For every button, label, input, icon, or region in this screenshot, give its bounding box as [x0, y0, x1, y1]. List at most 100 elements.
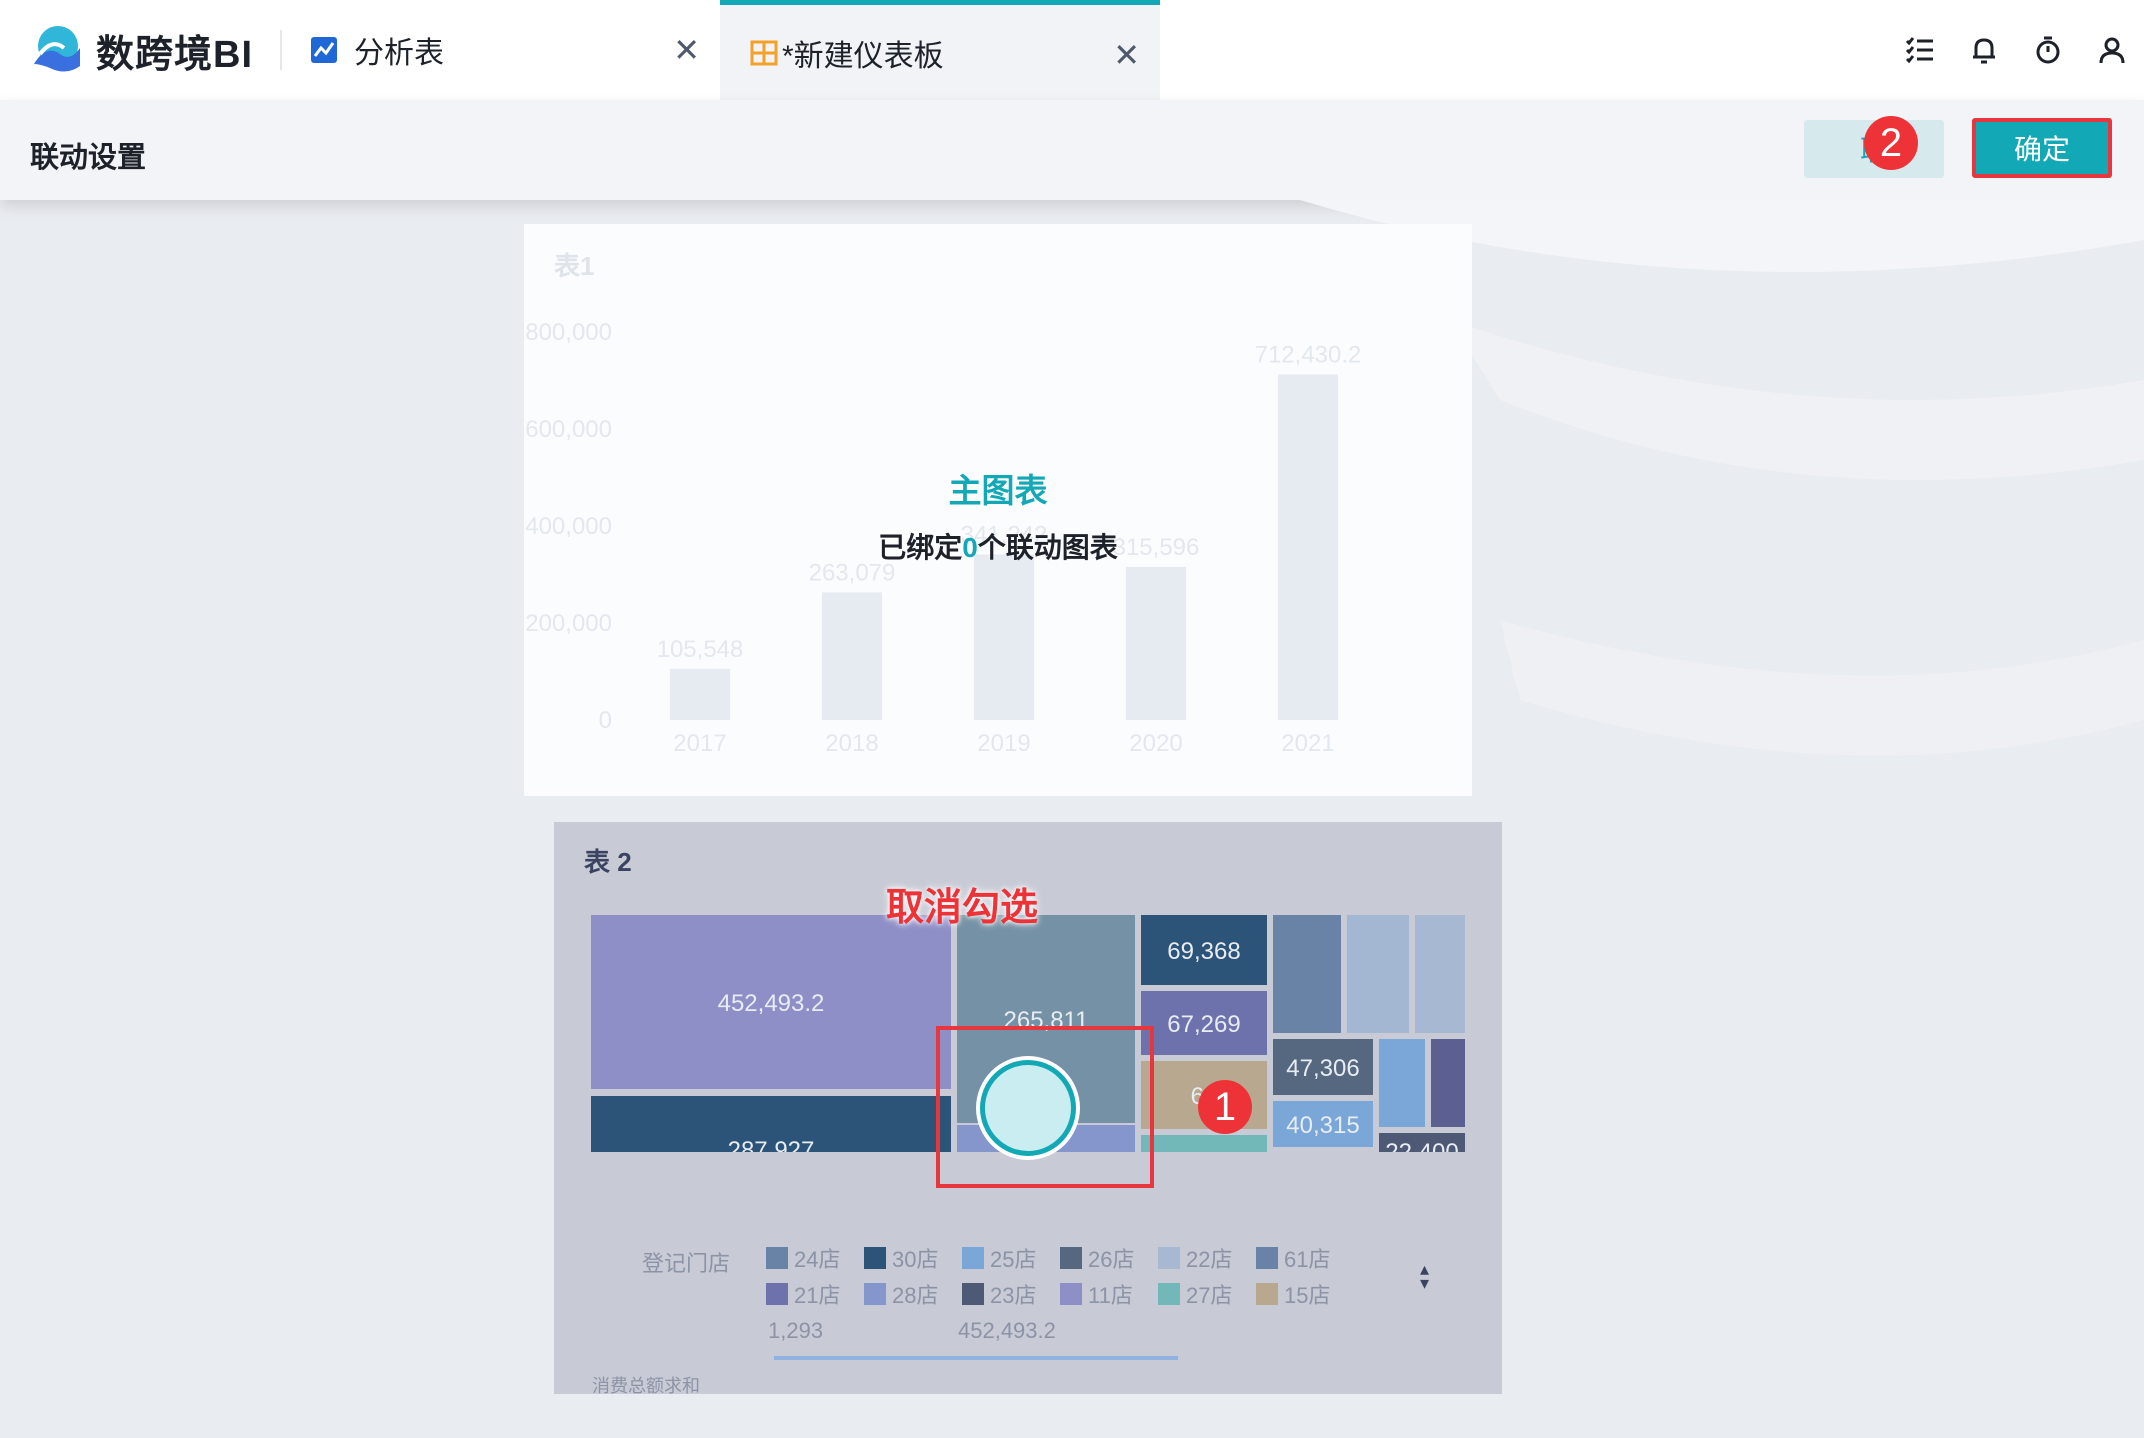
- range-max: 452,493.2: [958, 1318, 1056, 1343]
- dashboard-icon: [750, 40, 778, 65]
- legend-swatch: [1060, 1247, 1082, 1269]
- legend-title: 登记门店: [642, 1251, 731, 1276]
- legend-item[interactable]: 26店: [1060, 1242, 1134, 1274]
- range-min: 1,293: [768, 1318, 824, 1343]
- legend-item[interactable]: 11店: [1060, 1278, 1133, 1310]
- x-tick-label: 2017: [673, 730, 726, 757]
- legend-swatch: [864, 1283, 886, 1305]
- legend-swatch: [1158, 1283, 1180, 1305]
- legend-item[interactable]: 28店: [864, 1278, 938, 1310]
- app-name: 数跨境BI: [96, 33, 254, 76]
- treemap-cell: [1271, 913, 1343, 1035]
- y-tick-label: 600,000: [525, 416, 612, 443]
- legend-label: 30店: [892, 1247, 939, 1272]
- main-chart-card[interactable]: 表1 0 200,000 400,000 600,000 800,000 105,548 2…: [524, 224, 1472, 796]
- tab-new-dashboard[interactable]: *新建仪表板 ✕: [720, 0, 1160, 100]
- legend-label: 27店: [1186, 1283, 1233, 1308]
- treemap-cell-label: 287,927: [728, 1137, 815, 1152]
- legend-item[interactable]: 24店: [766, 1242, 840, 1274]
- bar: [1126, 566, 1186, 720]
- legend-item[interactable]: 21店: [766, 1278, 840, 1310]
- legend-label: 23店: [990, 1283, 1037, 1308]
- divider: [280, 30, 282, 70]
- step-badge-1: 1: [1198, 1080, 1252, 1134]
- legend-label: 11店: [1088, 1283, 1133, 1308]
- tab-label: *新建仪表板: [782, 39, 944, 73]
- bar-value-label: 105,548: [657, 636, 744, 663]
- treemap-cell-label: 47,306: [1286, 1055, 1359, 1082]
- close-icon[interactable]: ✕: [1113, 39, 1140, 71]
- legend-item[interactable]: 27店: [1158, 1278, 1232, 1310]
- click-cursor: [980, 1060, 1076, 1156]
- top-bar: 数跨境BI 分析表 ✕ *新建仪表板 ✕: [0, 0, 2144, 100]
- legend-item[interactable]: 30店: [864, 1242, 938, 1274]
- legend-swatch: [864, 1247, 886, 1269]
- treemap-cell-label: 22,400: [1385, 1139, 1458, 1152]
- bottom-label: 消费总额求和: [592, 1376, 700, 1394]
- timer-icon[interactable]: [2016, 26, 2080, 74]
- treemap-cell-label: 69,368: [1167, 938, 1240, 965]
- annotation-text: 取消勾选: [886, 887, 1039, 929]
- treemap-cell: [1413, 913, 1467, 1035]
- treemap-cell: [1139, 1133, 1269, 1152]
- legend-label: 21店: [794, 1283, 841, 1308]
- x-tick-label: 2019: [977, 730, 1030, 757]
- treemap-cell: [1377, 1037, 1427, 1129]
- legend-item[interactable]: 23店: [962, 1278, 1036, 1310]
- legend-swatch: [1158, 1247, 1180, 1269]
- legend-item[interactable]: 25店: [962, 1242, 1036, 1274]
- legend-swatch: [962, 1283, 984, 1305]
- y-tick-label: 200,000: [525, 610, 612, 637]
- user-icon[interactable]: [2080, 26, 2144, 74]
- legend-swatch: [766, 1283, 788, 1305]
- legend-swatch: [1256, 1247, 1278, 1269]
- main-chart-label: 主图表: [948, 472, 1048, 509]
- app-logo[interactable]: 数跨境BI: [30, 22, 253, 78]
- treemap-cell-label: 452,493.2: [718, 990, 825, 1017]
- bar: [822, 592, 882, 720]
- close-icon[interactable]: ✕: [673, 34, 700, 66]
- task-list-icon[interactable]: [1888, 26, 1952, 74]
- settings-header: 联动设置 取 确定: [0, 100, 2144, 200]
- treemap-cell: [1429, 1037, 1467, 1129]
- legend-item[interactable]: 15店: [1256, 1278, 1330, 1310]
- tab-label: 分析表: [354, 37, 444, 70]
- y-tick-label: 0: [599, 707, 612, 734]
- legend-label: 15店: [1284, 1283, 1331, 1308]
- chart-line-icon: [311, 37, 337, 63]
- y-tick-label: 800,000: [525, 319, 612, 346]
- step-badge-2: 2: [1864, 116, 1918, 170]
- legend-item[interactable]: 61店: [1256, 1242, 1330, 1274]
- legend-swatch: [766, 1247, 788, 1269]
- confirm-button[interactable]: 确定: [1972, 118, 2112, 178]
- bell-icon[interactable]: [1952, 26, 2016, 74]
- legend-label: 61店: [1284, 1247, 1331, 1272]
- legend-label: 22店: [1186, 1247, 1233, 1272]
- legend-swatch: [1060, 1283, 1082, 1305]
- x-tick-label: 2018: [825, 730, 878, 757]
- x-tick-label: 2021: [1281, 730, 1334, 757]
- legend-swatch: [962, 1247, 984, 1269]
- linked-count-text: 已绑定0个联动图表: [524, 526, 1472, 566]
- treemap-cell-label: 40,315: [1286, 1112, 1359, 1139]
- tab-analysis[interactable]: 分析表 ✕: [300, 0, 720, 100]
- bar-value-label: 712,430.2: [1255, 341, 1362, 368]
- top-icons: [1888, 26, 2144, 74]
- legend-swatch: [1256, 1283, 1278, 1305]
- legend-scroll-icon[interactable]: ▴ ▾: [1420, 1260, 1429, 1292]
- legend-item[interactable]: 22店: [1158, 1242, 1232, 1274]
- linked-suffix: 个联动图表: [977, 532, 1118, 563]
- bar: [974, 554, 1034, 720]
- treemap-cell-label: 67,269: [1167, 1011, 1240, 1038]
- x-tick-label: 2020: [1129, 730, 1182, 757]
- legend-label: 25店: [990, 1247, 1037, 1272]
- linked-count: 0: [962, 532, 978, 563]
- legend-label: 24店: [794, 1247, 841, 1272]
- treemap-cell: [1345, 913, 1411, 1035]
- page-title: 联动设置: [30, 142, 147, 174]
- legend-label: 26店: [1088, 1247, 1135, 1272]
- logo-icon: [34, 26, 80, 72]
- linked-prefix: 已绑定: [878, 532, 963, 563]
- bar: [670, 668, 730, 720]
- range-slider[interactable]: [774, 1356, 1178, 1360]
